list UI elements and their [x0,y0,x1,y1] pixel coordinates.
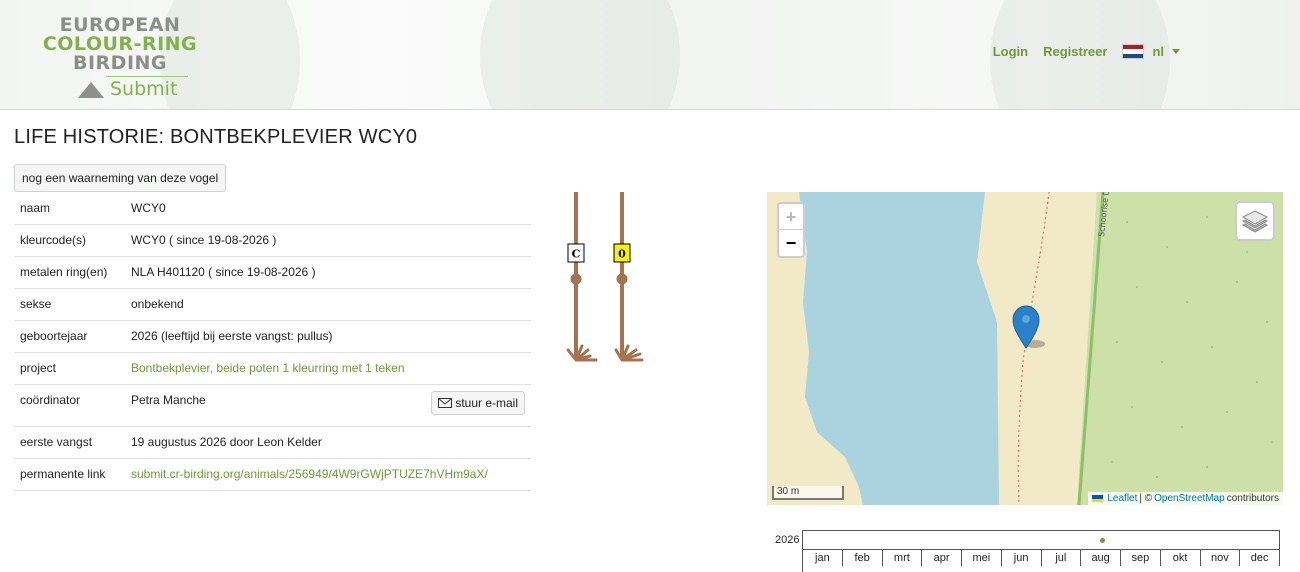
timeline-observation-dot[interactable] [1100,538,1105,543]
osm-link[interactable]: OpenStreetMap [1154,493,1225,504]
logo-bird-icon [78,82,104,98]
register-link[interactable]: Registreer [1043,44,1107,59]
row-value: Bontbekplevier, beide poten 1 kleurring … [125,352,531,385]
language-label: nl [1152,44,1164,59]
right-leg [614,192,644,362]
logo-submit-label: Submit [110,78,178,100]
page-title: LIFE HISTORIE: BONTBEKPLEVIER WCY0 [14,126,418,148]
timeline-month: apr [922,550,962,566]
row-value: WCY0 ( since 19-08-2026 ) [125,224,531,257]
row-key: geboortejaar [14,320,125,353]
row-key: metalen ring(en) [14,256,125,289]
another-observation-button[interactable]: nog een waarneming van deze vogel [14,164,227,192]
timeline-month: okt [1161,550,1201,566]
left-color-ring: C [567,243,585,263]
row-value: WCY0 [125,192,531,225]
timeline-year: 2026 [775,534,800,546]
timeline-month: jul [1042,550,1082,566]
row-key: kleurcode(s) [14,224,125,257]
logo-divider [106,76,188,77]
send-email-label: stuur e-mail [455,395,518,410]
table-row: naam WCY0 [14,192,531,225]
row-value: Petra Manche stuur e-mail [125,384,531,427]
row-value: 19 augustus 2026 door Leon Kelder [125,426,531,459]
timeline-month: jan [803,550,843,566]
logo-submit: Submit [76,76,188,100]
top-nav: Login Registreer nl [993,44,1180,59]
row-value: NLA H401120 ( since 19-08-2026 ) [125,256,531,289]
table-row: geboortejaar 2026 (leeftijd bij eerste v… [14,320,531,353]
left-leg [566,192,598,362]
leaflet-link[interactable]: Leaflet [1107,493,1137,504]
timeline-month: mei [962,550,1002,566]
timeline-month: mrt [883,550,923,566]
zoom-in-button[interactable]: + [779,204,803,230]
attribution-separator: | © [1139,493,1153,504]
language-dropdown[interactable]: nl [1122,44,1180,59]
timeline-month: sep [1121,550,1161,566]
netherlands-flag-icon [1122,44,1145,59]
timeline-bar [802,530,1280,550]
row-key: eerste vangst [14,426,125,459]
right-color-ring: 0 [613,243,631,263]
table-row: coördinator Petra Manche stuur e-mail [14,384,531,427]
zoom-out-button[interactable]: − [779,230,803,256]
sighting-map[interactable]: Schoorlse D + − 30 m Leaflet | © OpenStr… [767,192,1283,505]
timeline-month: feb [843,550,883,566]
login-link[interactable]: Login [993,44,1028,59]
timeline-month: dec [1240,550,1280,566]
layers-button[interactable] [1235,201,1275,241]
header-feather-decoration [480,0,680,109]
row-key: naam [14,192,125,225]
ukraine-flag-icon [1092,495,1104,502]
row-key: project [14,352,125,385]
site-logo[interactable]: EUROPEAN COLOUR-RING BIRDING Submit [40,16,200,102]
table-row: project Bontbekplevier, beide poten 1 kl… [14,352,531,385]
left-ring-code: C [572,248,581,261]
table-row: kleurcode(s) WCY0 ( since 19-08-2026 ) [14,224,531,257]
layers-icon [1241,210,1269,233]
map-attribution: Leaflet | © OpenStreetMap contributors [1088,492,1283,505]
send-email-button[interactable]: stuur e-mail [431,390,525,415]
logo-line-3: BIRDING [72,52,168,74]
timeline-months: jan feb mrt apr mei jun jul aug sep okt … [802,550,1280,572]
timeline-month: jun [1002,550,1042,566]
row-key: coördinator [14,384,125,427]
row-key: permanente link [14,458,125,491]
row-key: sekse [14,288,125,321]
table-row: permanente link submit.cr-birding.org/an… [14,458,531,491]
right-ring-code: 0 [618,248,626,261]
site-header: EUROPEAN COLOUR-RING BIRDING Submit Logi… [0,0,1300,110]
bird-info-table: naam WCY0 kleurcode(s) WCY0 ( since 19-0… [14,192,531,491]
timeline-month: aug [1081,550,1121,566]
map-tiles: Schoorlse D [767,192,1283,505]
row-value: submit.cr-birding.org/animals/256949/4W9… [125,458,531,491]
project-link[interactable]: Bontbekplevier, beide poten 1 kleurring … [131,361,405,375]
map-zoom-control: + − [777,202,805,258]
coordinator-name: Petra Manche [131,392,206,407]
row-value: 2026 (leeftijd bij eerste vangst: pullus… [125,320,531,353]
table-row: eerste vangst 19 augustus 2026 door Leon… [14,426,531,459]
row-value: onbekend [125,288,531,321]
timeline-month: nov [1201,550,1241,566]
map-scale: 30 m [772,486,844,500]
ring-legs-diagram: C 0 [566,192,644,362]
envelope-icon [438,397,453,408]
table-row: sekse onbekend [14,288,531,321]
attribution-contributors: contributors [1226,493,1279,504]
table-row: metalen ring(en) NLA H401120 ( since 19-… [14,256,531,289]
chevron-down-icon [1172,49,1180,54]
permanent-link[interactable]: submit.cr-birding.org/animals/256949/4W9… [131,467,488,481]
